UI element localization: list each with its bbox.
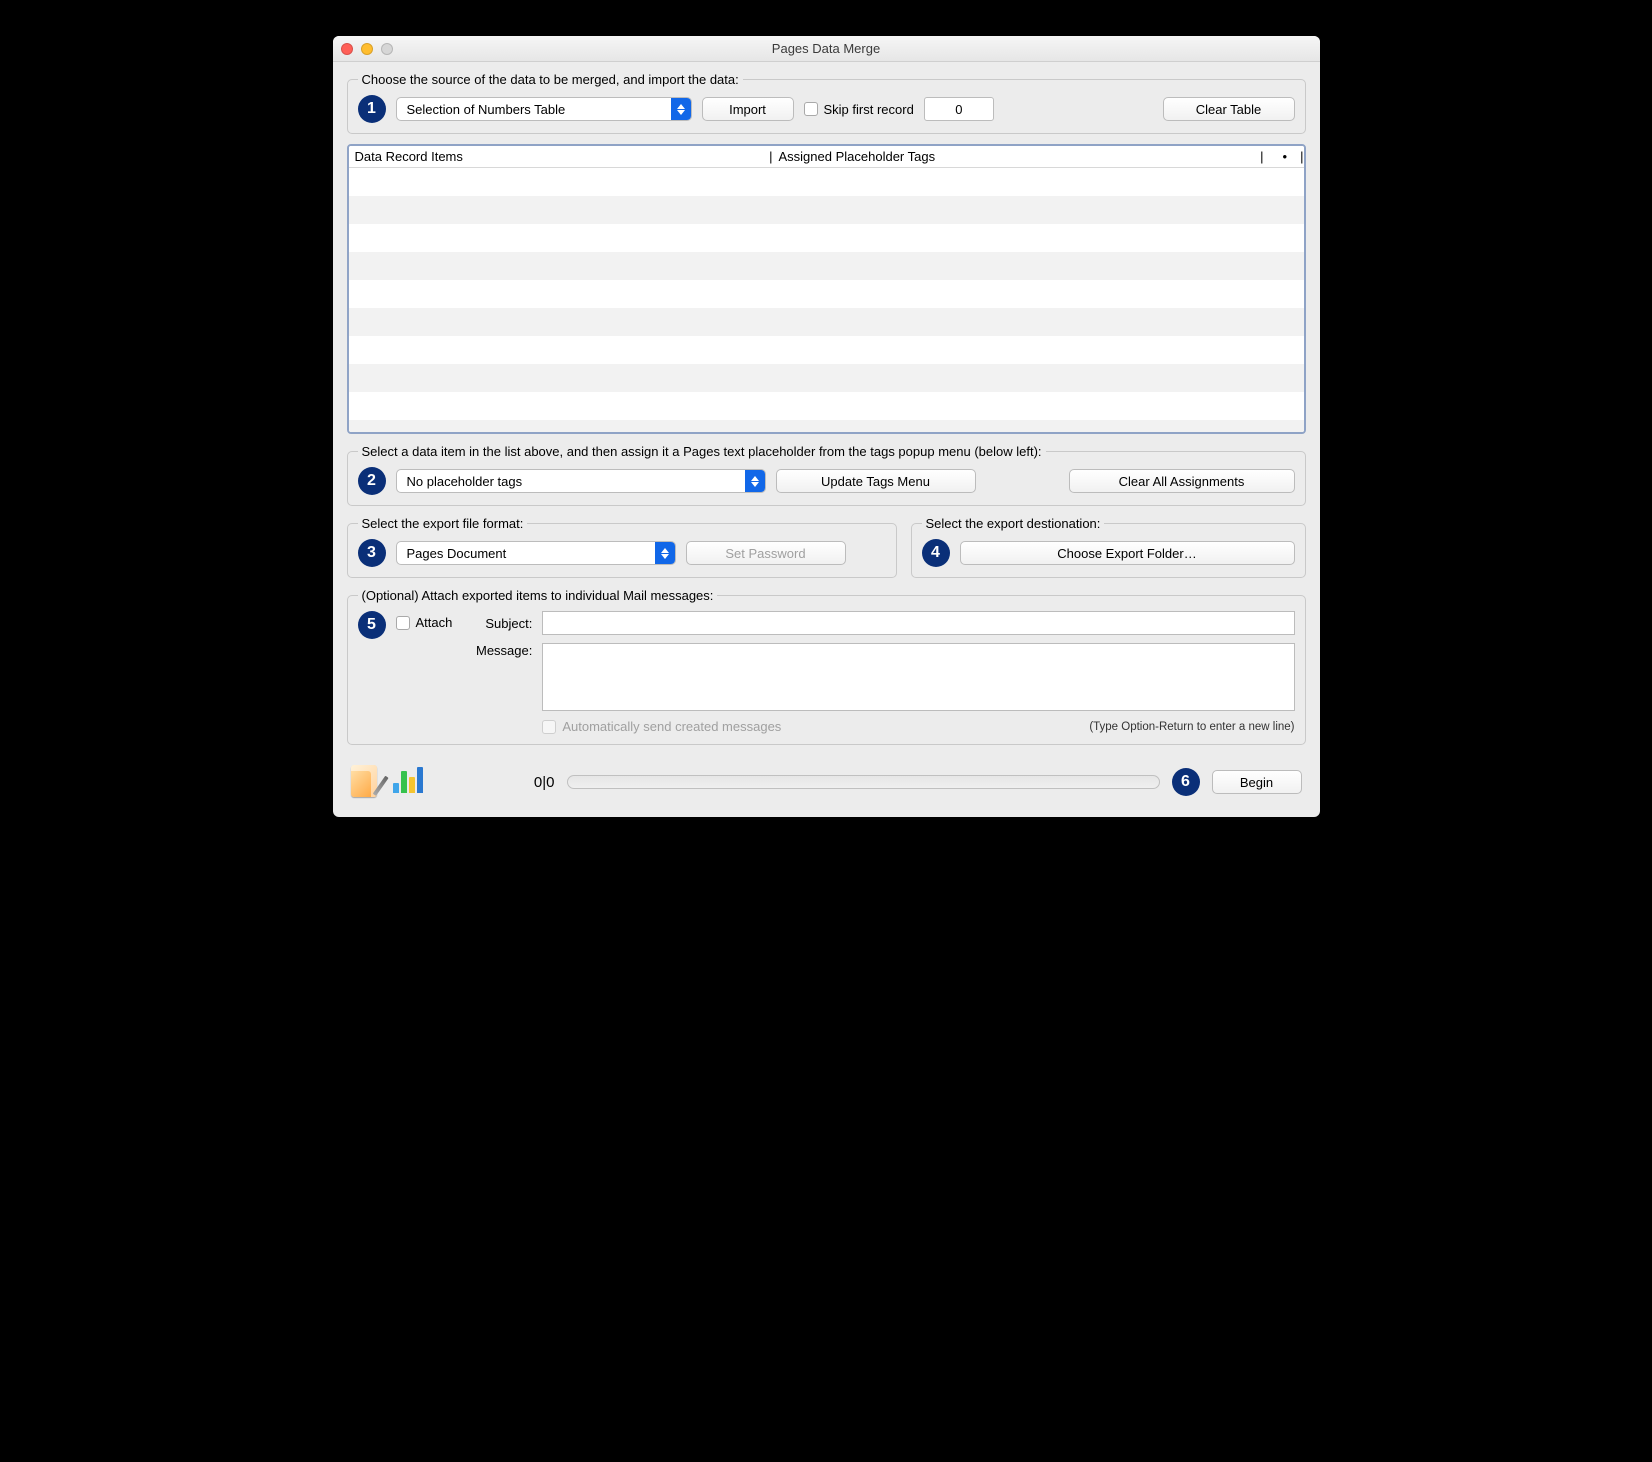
step1-legend: Choose the source of the data to be merg… [358,72,743,87]
minimize-icon[interactable] [361,43,373,55]
step-badge-6: 6 [1172,768,1200,796]
records-table[interactable]: Data Record Items | Assigned Placeholder… [347,144,1306,434]
update-tags-button[interactable]: Update Tags Menu [776,469,976,493]
table-row[interactable] [349,196,1304,224]
pages-app-icon[interactable] [351,765,381,799]
skip-first-record-checkbox[interactable]: Skip first record [804,102,914,117]
step2-group: Select a data item in the list above, an… [347,444,1306,506]
step2-legend: Select a data item in the list above, an… [358,444,1046,459]
attach-label: Attach [416,615,453,630]
table-row[interactable] [349,308,1304,336]
step3-group: Select the export file format: 3 Pages D… [347,516,897,578]
step-badge-3: 3 [358,539,386,567]
message-label: Message: [462,643,532,658]
step-badge-2: 2 [358,467,386,495]
table-row[interactable] [349,392,1304,420]
clear-assignments-button[interactable]: Clear All Assignments [1069,469,1295,493]
auto-send-checkbox[interactable]: Automatically send created messages [542,719,781,734]
footer: 0|0 6 Begin [347,755,1306,805]
titlebar: Pages Data Merge [333,36,1320,62]
attach-checkbox[interactable]: Attach [396,615,453,630]
chevron-updown-icon [655,542,675,564]
data-source-select[interactable]: Selection of Numbers Table [396,97,692,121]
choose-export-folder-button[interactable]: Choose Export Folder… [960,541,1295,565]
export-format-select[interactable]: Pages Document [396,541,676,565]
table-row[interactable] [349,168,1304,196]
checkbox-box-icon [396,616,410,630]
chevron-updown-icon [671,98,691,120]
message-textarea[interactable] [542,643,1294,711]
auto-send-label: Automatically send created messages [562,719,781,734]
table-row[interactable] [349,336,1304,364]
data-source-value: Selection of Numbers Table [397,102,671,117]
placeholder-tags-select[interactable]: No placeholder tags [396,469,766,493]
export-format-value: Pages Document [397,546,655,561]
table-header: Data Record Items | Assigned Placeholder… [349,146,1304,168]
progress-bar [567,775,1160,789]
col-assigned-tags: Assigned Placeholder Tags [779,149,936,164]
zoom-icon[interactable] [381,43,393,55]
numbers-app-icon[interactable] [393,765,423,799]
window-content: Choose the source of the data to be merg… [333,62,1320,817]
table-row[interactable] [349,364,1304,392]
col-marker: • [1270,149,1301,164]
skip-first-record-label: Skip first record [824,102,914,117]
import-button[interactable]: Import [702,97,794,121]
step5-group: (Optional) Attach exported items to indi… [347,588,1306,745]
step-badge-5: 5 [358,611,386,639]
table-row[interactable] [349,420,1304,434]
subject-label: Subject: [462,616,532,631]
newline-hint: (Type Option-Return to enter a new line) [1089,721,1294,733]
table-row[interactable] [349,280,1304,308]
step4-group: Select the export destionation: 4 Choose… [911,516,1306,578]
app-window: Pages Data Merge Choose the source of th… [333,36,1320,817]
set-password-button[interactable]: Set Password [686,541,846,565]
table-row[interactable] [349,224,1304,252]
step3-legend: Select the export file format: [358,516,528,531]
window-controls [341,43,393,55]
subject-input[interactable] [542,611,1294,635]
skip-count-input[interactable] [924,97,994,121]
table-row[interactable] [349,252,1304,280]
window-title: Pages Data Merge [333,41,1320,56]
begin-button[interactable]: Begin [1212,770,1302,794]
close-icon[interactable] [341,43,353,55]
step-badge-1: 1 [358,95,386,123]
placeholder-tags-value: No placeholder tags [397,474,745,489]
col-data-record-items: Data Record Items [355,149,463,164]
checkbox-box-icon [804,102,818,116]
progress-counter: 0|0 [435,774,555,791]
table-body [349,168,1304,434]
step4-legend: Select the export destionation: [922,516,1105,531]
checkbox-box-icon [542,720,556,734]
step-badge-4: 4 [922,539,950,567]
clear-table-button[interactable]: Clear Table [1163,97,1295,121]
chevron-updown-icon [745,470,765,492]
step5-legend: (Optional) Attach exported items to indi… [358,588,718,603]
step1-group: Choose the source of the data to be merg… [347,72,1306,134]
